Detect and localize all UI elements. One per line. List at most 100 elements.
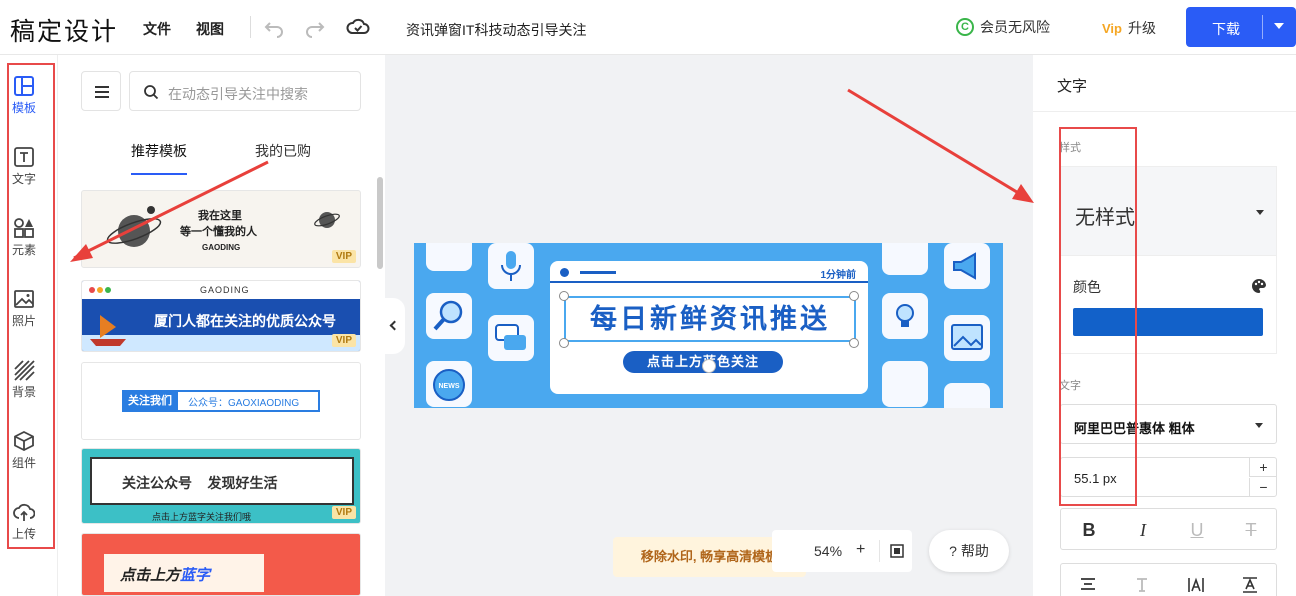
template-card[interactable]: 关注我们 公众号：GAOXIAODING bbox=[81, 362, 361, 440]
resize-handle[interactable] bbox=[849, 338, 859, 348]
planet-illustration bbox=[314, 212, 340, 228]
resize-handle[interactable] bbox=[559, 338, 569, 348]
collapse-panel-button[interactable] bbox=[385, 298, 405, 354]
underline-button[interactable]: U bbox=[1185, 518, 1209, 542]
font-family-value: 阿里巴巴普惠体 粗体 bbox=[1074, 421, 1195, 436]
font-size-increase[interactable]: + bbox=[1249, 458, 1277, 477]
template-card[interactable]: GAODING 厦门人都在关注的优质公众号 VIP bbox=[81, 280, 361, 352]
font-size-value: 55.1 px bbox=[1074, 471, 1117, 486]
letter-spacing-icon[interactable] bbox=[1187, 576, 1205, 594]
template-panel: 在动态引导关注中搜索 推荐模板 我的已购 我在这里 等一个懂我的人 GAODIN… bbox=[58, 55, 385, 596]
upload-cloud-icon bbox=[13, 503, 35, 521]
planet-illustration bbox=[106, 206, 162, 247]
rail-item-elements[interactable]: 元素 bbox=[6, 217, 42, 258]
junk-boat-illustration bbox=[90, 315, 126, 346]
rail-label: 上传 bbox=[11, 527, 36, 541]
template-card[interactable]: 我在这里 等一个懂我的人 GAODING VIP bbox=[81, 190, 361, 268]
cloud-save-icon[interactable] bbox=[346, 15, 370, 39]
upgrade-button[interactable]: Vip 升级 bbox=[1102, 18, 1156, 38]
template-card[interactable]: 点击上方蓝字 bbox=[81, 533, 361, 596]
document-title[interactable]: 资讯弹窗IT科技动态引导关注 bbox=[406, 20, 586, 40]
color-section: 颜色 bbox=[1060, 256, 1277, 354]
bold-button[interactable]: B bbox=[1077, 518, 1101, 542]
rail-item-text[interactable]: 文字 bbox=[6, 146, 42, 187]
zoom-in-button[interactable]: + bbox=[856, 541, 865, 559]
rail-label: 模板 bbox=[11, 101, 36, 115]
tab-underline bbox=[131, 173, 187, 175]
chevron-down-icon[interactable] bbox=[1274, 23, 1284, 29]
font-size-input[interactable]: 55.1 px + − bbox=[1060, 457, 1277, 497]
headline-card[interactable]: 1分钟前 每日新鲜资讯推送 点击上方蓝色关注 bbox=[550, 261, 868, 394]
card-header: 1分钟前 bbox=[550, 261, 868, 283]
lightbulb-icon bbox=[896, 304, 914, 327]
rotate-handle[interactable] bbox=[702, 359, 716, 373]
rail-item-photos[interactable]: 照片 bbox=[6, 288, 42, 329]
download-button[interactable]: 下载 bbox=[1186, 7, 1296, 47]
chat-tile bbox=[488, 315, 534, 361]
template-text: 关注我们 bbox=[122, 390, 178, 412]
chevron-down-icon bbox=[1255, 423, 1263, 428]
shapes-icon bbox=[14, 218, 34, 238]
texture-icon bbox=[14, 360, 35, 381]
filter-menu-button[interactable] bbox=[81, 71, 121, 111]
layout-icon bbox=[14, 76, 34, 96]
member-text: 会员无风险 bbox=[980, 19, 1050, 35]
template-text: 点击上方蓝字关注我们哦 bbox=[152, 512, 252, 522]
help-button[interactable]: ? 帮助 bbox=[929, 530, 1009, 572]
toolbar-divider bbox=[250, 16, 251, 38]
color-swatch[interactable] bbox=[1073, 308, 1263, 336]
resize-handle[interactable] bbox=[559, 291, 569, 301]
strikethrough-button[interactable]: T bbox=[1239, 518, 1263, 542]
template-text: 关注公众号 发现好生活 bbox=[122, 475, 278, 491]
italic-button[interactable]: I bbox=[1131, 518, 1155, 542]
settings-tile bbox=[944, 383, 990, 408]
news-globe-tile: NEWS bbox=[426, 361, 472, 407]
properties-title: 文字 bbox=[1057, 78, 1088, 95]
canvas-headline-text[interactable]: 每日新鲜资讯推送 bbox=[564, 296, 856, 342]
member-guarantee[interactable]: C 会员无风险 bbox=[956, 17, 1050, 37]
design-canvas[interactable]: NEWS 1分钟前 每日新鲜资讯推送 点击上方蓝色关注 bbox=[414, 243, 1003, 408]
line-height-icon[interactable] bbox=[1133, 576, 1151, 594]
style-select[interactable]: 无样式 bbox=[1060, 166, 1277, 256]
left-rail: 模板 文字 元素 照片 背景 组件 上传 bbox=[0, 55, 58, 596]
menu-view[interactable]: 视图 bbox=[196, 19, 224, 39]
palette-icon[interactable] bbox=[1251, 278, 1267, 294]
zoom-level[interactable]: 54% bbox=[814, 543, 842, 559]
newspaper-tile bbox=[426, 243, 472, 271]
rail-item-templates[interactable]: 模板 bbox=[6, 75, 42, 116]
top-bar: 稿定设计 文件 视图 资讯弹窗IT科技动态引导关注 C 会员无风险 Vip 升级… bbox=[0, 0, 1296, 55]
download-label: 下载 bbox=[1212, 21, 1240, 37]
align-center-icon[interactable] bbox=[1079, 576, 1097, 594]
template-text: GAODING bbox=[202, 243, 241, 252]
vip-badge: VIP bbox=[331, 250, 356, 263]
redo-icon[interactable] bbox=[303, 15, 327, 39]
text-case-icon[interactable] bbox=[1241, 576, 1259, 594]
text-format-row: B I U T bbox=[1060, 508, 1277, 550]
rail-item-upload[interactable]: 上传 bbox=[6, 501, 42, 542]
menu-file[interactable]: 文件 bbox=[143, 19, 171, 39]
rail-item-background[interactable]: 背景 bbox=[6, 359, 42, 400]
resize-handle[interactable] bbox=[849, 291, 859, 301]
app-logo[interactable]: 稿定设计 bbox=[10, 12, 118, 48]
font-family-select[interactable]: 阿里巴巴普惠体 粗体 bbox=[1060, 404, 1277, 444]
picture-tile bbox=[944, 315, 990, 361]
template-card[interactable]: 关注公众号 发现好生活 点击上方蓝字关注我们哦 VIP bbox=[81, 448, 361, 524]
rail-label: 背景 bbox=[11, 385, 36, 399]
vip-badge: VIP bbox=[331, 506, 356, 519]
chat-bubble-icon bbox=[495, 324, 526, 350]
vip-icon: Vip bbox=[1102, 20, 1122, 36]
font-size-decrease[interactable]: − bbox=[1249, 478, 1277, 497]
tab-recommended[interactable]: 推荐模板 bbox=[131, 141, 187, 161]
template-text: 公众号：GAOXIAODING bbox=[188, 398, 300, 409]
undo-icon[interactable] bbox=[262, 15, 286, 39]
magnifier-icon bbox=[433, 300, 463, 331]
zoom-control: 54% + bbox=[772, 530, 912, 572]
rail-item-components[interactable]: 组件 bbox=[6, 430, 42, 471]
fit-screen-icon[interactable] bbox=[890, 544, 904, 558]
panel-scrollbar[interactable] bbox=[377, 177, 383, 269]
microphone-tile bbox=[488, 243, 534, 289]
tab-purchased[interactable]: 我的已购 bbox=[255, 141, 311, 161]
template-search-input[interactable]: 在动态引导关注中搜索 bbox=[129, 71, 361, 111]
video-tile bbox=[882, 361, 928, 407]
document-tile bbox=[882, 243, 928, 275]
